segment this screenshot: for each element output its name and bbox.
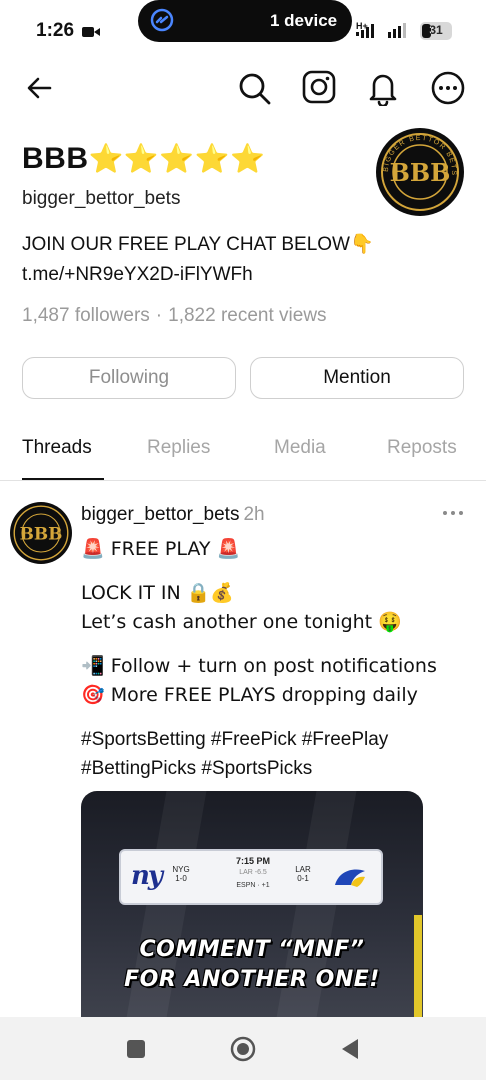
tab-media[interactable]: Media (274, 437, 326, 459)
instagram-icon[interactable] (302, 70, 336, 104)
betting-line: LAR -6.5 (239, 869, 267, 876)
link-icon (150, 8, 174, 32)
tab-threads[interactable]: Threads (22, 437, 92, 459)
profile-name: BBB⭐⭐⭐⭐⭐ (22, 142, 265, 176)
recent-views-count: 1,822 recent views (168, 305, 327, 326)
avatar-monogram: BBB (390, 158, 451, 187)
followers-count[interactable]: 1,487 followers (22, 305, 150, 326)
post-header: bigger_bettor_bets 2h (81, 504, 265, 526)
broadcast-network: ESPN · +1 (236, 882, 270, 889)
more-options-icon[interactable] (430, 70, 466, 106)
post-timestamp: 2h (243, 504, 265, 525)
tabs-divider (0, 480, 486, 481)
away-team-record: 0-1 (297, 874, 309, 883)
post-hashtags[interactable]: #SportsBetting #FreePick #FreePlay (81, 725, 388, 754)
media-caption: COMMENT “MNF” (139, 937, 365, 962)
post-hashtags[interactable]: #BettingPicks #SportsPicks (81, 754, 312, 783)
home-team: NYG 1-0 (167, 865, 195, 883)
back-arrow-icon[interactable] (24, 72, 56, 104)
mention-button[interactable]: Mention (250, 357, 464, 399)
scorebug: ny NYG 1-0 7:15 PM LAR -6.5 ESPN · +1 LA… (119, 849, 383, 905)
battery-icon: 31 (420, 22, 452, 40)
island-device-count: 1 device (270, 11, 338, 30)
profile-stats: 1,487 followers · 1,822 recent views (22, 305, 327, 327)
search-icon[interactable] (236, 70, 272, 106)
profile-username: bigger_bettor_bets (22, 188, 181, 209)
video-camera-icon (82, 27, 100, 37)
tab-replies[interactable]: Replies (147, 437, 210, 459)
post-line: Let’s cash another one tonight 🤑 (81, 611, 402, 633)
profile-tabs: Threads Replies Media Reposts (0, 424, 486, 482)
post-line: 🚨 FREE PLAY 🚨 (81, 538, 241, 560)
post-line: LOCK IT IN 🔒💰 (81, 582, 235, 604)
home-team-record: 1-0 (175, 874, 187, 883)
bbb-logo-icon: BBB (11, 503, 71, 563)
tab-reposts[interactable]: Reposts (387, 437, 457, 459)
profile-name-text: BBB (22, 142, 89, 175)
home-circle-icon[interactable] (230, 1036, 256, 1062)
bio-line: JOIN OUR FREE PLAY CHAT BELOW👇 (22, 234, 374, 255)
post-more-icon[interactable] (440, 506, 466, 520)
post-author-name[interactable]: bigger_bettor_bets (81, 504, 239, 525)
status-time: 1:26 (36, 20, 75, 41)
signal-strength-icon: H+ (356, 21, 406, 38)
bell-icon[interactable] (366, 70, 400, 106)
recent-apps-icon[interactable] (127, 1040, 145, 1058)
bbb-logo-icon: BIGGER BETTOR BETS BBB (378, 130, 462, 214)
away-team-name: LAR (295, 865, 311, 874)
post-author-avatar[interactable]: BBB (10, 502, 72, 564)
stats-separator: · (155, 305, 163, 326)
status-bar: 1:26 1 device H+ 31 (0, 0, 486, 58)
post-line: 🎯 More FREE PLAYS dropping daily (81, 684, 418, 706)
bio-link[interactable]: t.me/+NR9eYX2D-iFlYWFh (22, 260, 374, 290)
media-caption: FOR ANOTHER ONE! (124, 967, 380, 992)
profile-name-stars: ⭐⭐⭐⭐⭐ (88, 143, 266, 174)
back-triangle-icon[interactable] (340, 1037, 360, 1061)
profile-bio: JOIN OUR FREE PLAY CHAT BELOW👇 t.me/+NR9… (22, 230, 374, 290)
avatar-monogram: BBB (20, 523, 63, 543)
home-team-name: NYG (172, 865, 190, 874)
giants-logo: ny (131, 861, 163, 891)
following-button[interactable]: Following (22, 357, 236, 399)
post-line: 📲 Follow + turn on post notifications (81, 655, 437, 677)
rams-logo-icon (335, 869, 365, 887)
profile-avatar[interactable]: BIGGER BETTOR BETS BBB (376, 128, 464, 216)
system-navigation-bar (0, 1017, 486, 1080)
away-team: LAR 0-1 (289, 865, 317, 883)
battery-percentage: 31 (429, 23, 443, 37)
game-time: 7:15 PM (235, 856, 270, 866)
